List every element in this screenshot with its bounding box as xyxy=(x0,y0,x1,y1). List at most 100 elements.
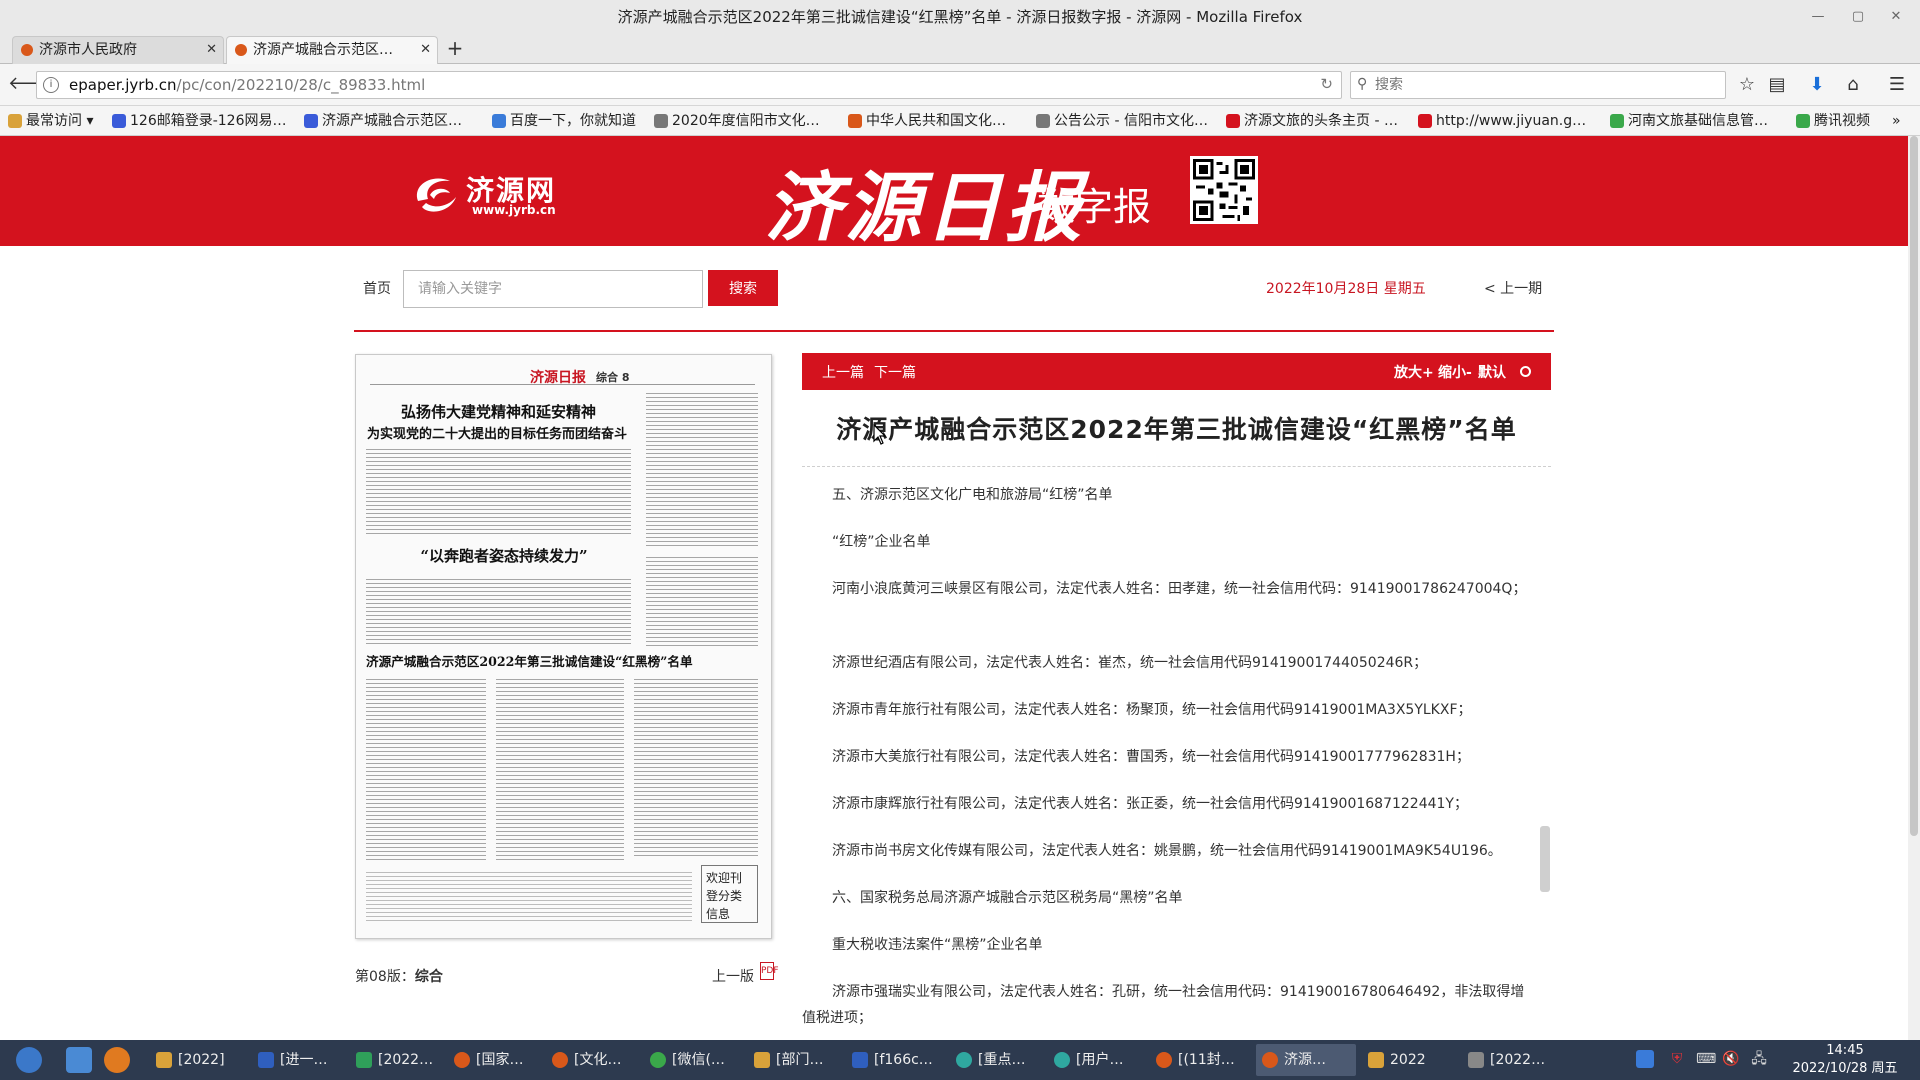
task-label: [进一… xyxy=(280,1052,328,1068)
article-paragraph: 济源市康辉旅行社有限公司，法定代表人姓名：张正委，统一社会信用代码9141900… xyxy=(832,796,1468,812)
taskbar-item[interactable]: [微信(… xyxy=(644,1044,744,1076)
menu-icon[interactable]: ☰ xyxy=(1884,73,1910,97)
search-button[interactable]: 搜索 xyxy=(708,270,778,306)
url-bar[interactable]: i epaper.jyrb.cn/pc/con/202210/28/c_8983… xyxy=(36,71,1342,99)
taskbar-item[interactable]: [部门… xyxy=(748,1044,842,1076)
zoom-in-button[interactable]: 放大+ xyxy=(1394,362,1434,382)
web-page: 济源网 www.jyrb.cn 济源日报 数字报 首页 搜索 2022年10月2… xyxy=(0,136,1908,1040)
taskbar-item[interactable]: [2022] xyxy=(150,1044,248,1076)
bookmark-item[interactable]: 公告公示 - 信阳市文化… xyxy=(1034,106,1208,135)
page-number: 第08版： xyxy=(355,969,415,985)
thumbnail-text-block xyxy=(634,677,758,857)
pdf-icon[interactable]: PDF xyxy=(760,962,779,980)
reload-icon[interactable]: ↻ xyxy=(1320,75,1333,93)
url-text[interactable]: epaper.jyrb.cn/pc/con/202210/28/c_89833.… xyxy=(69,72,425,98)
taskbar-item[interactable]: [国家… xyxy=(448,1044,542,1076)
zoom-out-button[interactable]: 缩小- xyxy=(1438,362,1472,382)
previous-page-link[interactable]: 上一版 xyxy=(712,966,754,986)
taskbar-item[interactable]: [用户… xyxy=(1048,1044,1146,1076)
favicon-icon xyxy=(112,114,126,128)
back-arrow-icon[interactable]: 🡐 xyxy=(8,73,56,97)
thumbnail-text-block xyxy=(366,577,631,647)
bookmark-item[interactable]: 百度一下，你就知道 xyxy=(490,106,636,135)
taskbar-item[interactable]: [文化… xyxy=(546,1044,640,1076)
home-icon[interactable]: ⌂ xyxy=(1840,73,1866,97)
home-link[interactable]: 首页 xyxy=(363,278,391,298)
bookmark-item[interactable]: 腾讯视频 xyxy=(1794,106,1870,135)
minimize-icon[interactable]: — xyxy=(1798,0,1838,34)
favicon-icon xyxy=(848,114,862,128)
file-manager-icon[interactable] xyxy=(66,1047,92,1073)
close-tab-icon[interactable]: ✕ xyxy=(420,37,431,63)
tab-jiyuan-gov[interactable]: 济源市人民政府 ✕ xyxy=(12,36,224,64)
tab-label: 济源市人民政府 xyxy=(39,42,137,58)
tray-app-icon[interactable] xyxy=(1636,1050,1654,1068)
taskbar-item[interactable]: [重点… xyxy=(950,1044,1044,1076)
close-window-icon[interactable]: ✕ xyxy=(1876,0,1916,34)
taskbar-item[interactable]: [进一… xyxy=(252,1044,346,1076)
circle-icon[interactable] xyxy=(1520,366,1531,377)
reading-list-icon[interactable]: ▤ xyxy=(1764,73,1790,97)
bookmark-item[interactable]: 2020年度信阳市文化… xyxy=(652,106,820,135)
bookmark-item[interactable]: 最常访问 ▾ xyxy=(6,106,93,135)
article-paragraph: 济源市尚书房文化传媒有限公司，法定代表人姓名：姚景鹏，统一社会信用代码91419… xyxy=(832,843,1502,859)
info-icon[interactable]: i xyxy=(43,77,59,93)
clock-time: 14:45 xyxy=(1826,1043,1864,1058)
bookmark-star-icon[interactable]: ☆ xyxy=(1734,73,1760,97)
divider xyxy=(354,330,1554,332)
taskbar-item[interactable]: [2022… xyxy=(350,1044,444,1076)
bookmark-item[interactable]: 126邮箱登录-126网易… xyxy=(110,106,287,135)
tab-current-article[interactable]: 济源产城融合示范区… ✕ xyxy=(226,36,438,64)
swirl-logo-icon xyxy=(416,178,456,212)
maximize-icon[interactable]: ▢ xyxy=(1838,0,1878,34)
bookmarks-overflow-icon[interactable]: » xyxy=(1888,106,1901,135)
spreadsheet-icon xyxy=(356,1052,372,1068)
newspaper-page-thumbnail[interactable]: 济源日报 综合 8 弘扬伟大建党精神和延安精神 为实现党的二十大提出的目标任务而… xyxy=(355,354,772,939)
paper-toolbar: 首页 搜索 2022年10月28日 星期五 < 上一期 xyxy=(355,268,1555,312)
next-article-link[interactable]: 下一篇 xyxy=(874,362,916,382)
keyword-search-input[interactable] xyxy=(403,270,703,308)
document-icon xyxy=(258,1052,274,1068)
browser-search-input[interactable] xyxy=(1375,74,1715,96)
browser-search-bar[interactable]: ⚲ xyxy=(1350,71,1726,99)
bookmark-item[interactable]: 济源文旅的头条主页 - … xyxy=(1224,106,1398,135)
url-host: epaper.jyrb.cn xyxy=(69,76,177,94)
taskbar-item[interactable]: [(11封… xyxy=(1150,1044,1250,1076)
download-icon[interactable]: ⬇ xyxy=(1804,73,1830,97)
bookmark-item[interactable]: 济源产城融合示范区… xyxy=(302,106,462,135)
shield-icon[interactable]: ⛨ xyxy=(1668,1050,1686,1068)
issue-date: 2022年10月28日 星期五 xyxy=(1266,281,1426,297)
thumbnail-headline: 为实现党的二十大提出的目标任务而团结奋斗 xyxy=(366,427,627,442)
bookmark-item[interactable]: http://www.jiyuan.g… xyxy=(1416,106,1586,135)
scrollbar-thumb[interactable] xyxy=(1910,136,1918,836)
page-section-name[interactable]: 综合 xyxy=(415,969,443,985)
taskbar-item[interactable]: [f166c… xyxy=(846,1044,946,1076)
keyboard-icon[interactable]: ⌨ xyxy=(1696,1050,1716,1068)
taskbar-item[interactable]: [2022… xyxy=(1462,1044,1560,1076)
jyw-logo[interactable]: 济源网 www.jyrb.cn xyxy=(410,169,570,219)
bookmark-item[interactable]: 河南文旅基础信息管… xyxy=(1608,106,1768,135)
page-scrollbar[interactable] xyxy=(1908,136,1920,1040)
taskbar-item[interactable]: 2022 xyxy=(1362,1044,1456,1076)
taskbar-item[interactable]: 济源… xyxy=(1256,1044,1356,1076)
bookmark-label: 公告公示 - 信阳市文化… xyxy=(1054,113,1208,129)
thumbnail-section: 综合 8 xyxy=(596,371,630,384)
article-scrollbar[interactable] xyxy=(1540,826,1550,892)
wechat-icon xyxy=(650,1052,666,1068)
article-toolbar: 上一篇 下一篇 放大+ 缩小- 默认 xyxy=(802,353,1551,390)
folder-icon xyxy=(156,1052,172,1068)
thumbnail-logo: 济源日报 xyxy=(530,370,586,386)
thumbnail-text-block xyxy=(646,391,758,549)
zoom-default-button[interactable]: 默认 xyxy=(1478,362,1506,382)
previous-issue-link[interactable]: < 上一期 xyxy=(1484,278,1542,298)
start-menu-icon[interactable] xyxy=(16,1047,42,1073)
close-tab-icon[interactable]: ✕ xyxy=(206,37,217,63)
volume-muted-icon[interactable]: 🔇 xyxy=(1722,1050,1740,1068)
article-paragraph: 济源市大美旅行社有限公司，法定代表人姓名：曹国秀，统一社会信用代码9141900… xyxy=(832,749,1470,765)
clock[interactable]: 14:45 2022/10/28 周五 xyxy=(1780,1042,1910,1078)
network-icon[interactable]: 🖧 xyxy=(1750,1050,1768,1068)
bookmark-item[interactable]: 中华人民共和国文化… xyxy=(846,106,1006,135)
previous-article-link[interactable]: 上一篇 xyxy=(822,362,864,382)
firefox-icon[interactable] xyxy=(104,1047,130,1073)
new-tab-icon[interactable]: + xyxy=(444,38,466,60)
